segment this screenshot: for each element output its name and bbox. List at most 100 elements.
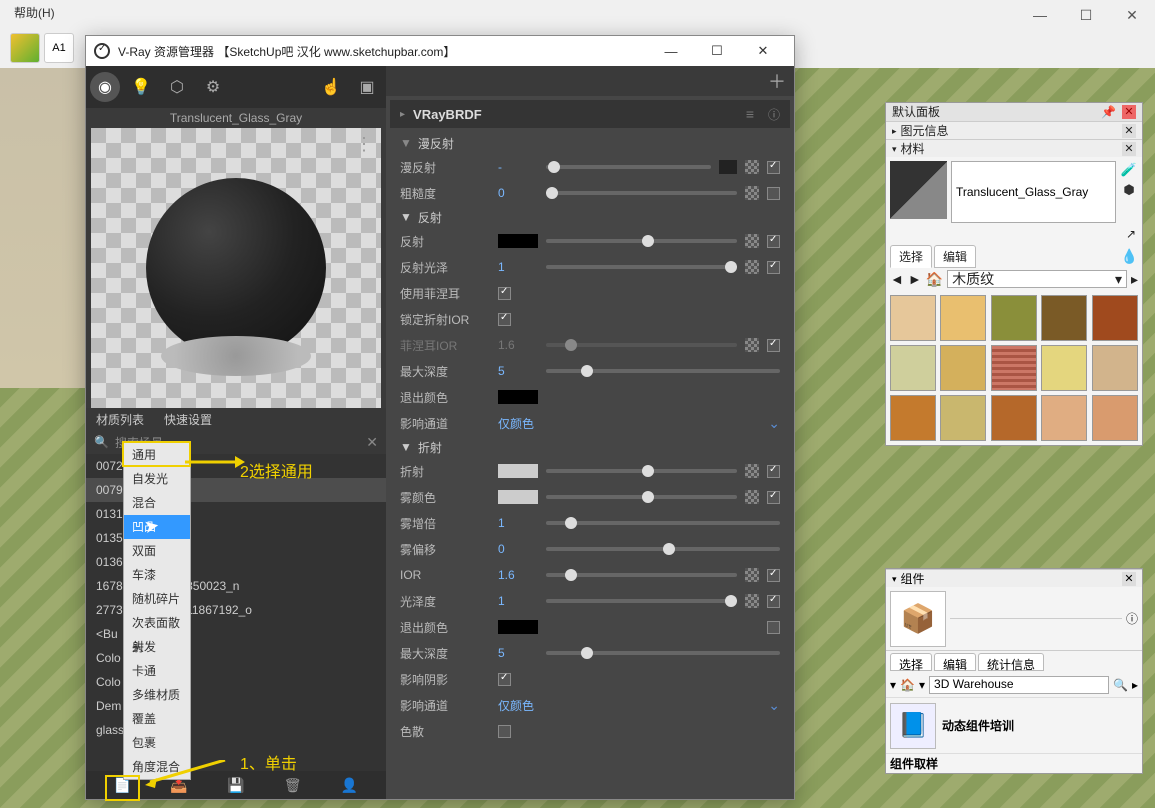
tab-material-list[interactable]: 材质列表 [86,408,154,430]
material-swatch[interactable] [1041,295,1087,341]
preview-menu-icon[interactable]: ⋮ [355,134,373,155]
eyedropper-icon[interactable]: 💧 [1121,248,1138,265]
materials-tab-icon[interactable]: ◉ [90,72,120,102]
tab-quick-settings[interactable]: 快速设置 [154,408,222,430]
back-icon[interactable]: ▾ [890,678,896,692]
checkbox[interactable] [767,235,780,248]
material-swatch[interactable] [1041,395,1087,441]
panel-components[interactable]: ▾组件✕ [886,569,1142,587]
checkbox[interactable] [767,261,780,274]
material-swatch[interactable] [1041,345,1087,391]
menu-item-override[interactable]: 覆盖 [124,707,190,731]
texture-button[interactable] [745,260,759,274]
texture-button[interactable] [745,234,759,248]
tab-select[interactable]: 选择 [890,653,932,671]
close-icon[interactable]: ✕ [1122,572,1136,586]
panel-info[interactable]: ▸图元信息✕ [886,121,1142,139]
material-swatch[interactable] [991,295,1037,341]
menu-item-blend[interactable]: 混合 [124,491,190,515]
menu-item-emissive[interactable]: 自发光 [124,467,190,491]
material-thumbnail[interactable] [890,161,947,219]
tool-icon[interactable] [10,33,40,63]
geometry-tab-icon[interactable]: ⬡ [162,72,192,102]
color-swatch[interactable] [498,234,538,248]
category-select[interactable]: 木质纹▾ [947,270,1127,288]
checkbox[interactable] [498,725,511,738]
vray-titlebar[interactable]: V-Ray 资源管理器 【SketchUp吧 汉化 www.sketchupba… [86,36,794,66]
forward-icon[interactable]: ► [908,271,922,287]
material-swatch[interactable] [890,345,936,391]
panel-title-default[interactable]: 默认面板📌✕ [886,103,1142,121]
clear-search-button[interactable]: ✕ [366,434,378,451]
menu-item-toon[interactable]: 卡通 [124,659,190,683]
menu-item-sss[interactable]: 次表面散射 [124,611,190,635]
texture-button[interactable] [745,464,759,478]
component-thumbnail[interactable]: 📦 [890,591,946,647]
color-swatch[interactable] [498,464,538,478]
checkbox[interactable] [767,465,780,478]
delete-icon[interactable]: 🗑 [284,777,302,794]
expand-icon[interactable]: ⌄ [768,697,780,714]
home-icon[interactable]: 🏠 [900,678,915,692]
vray-minimize-button[interactable]: — [648,36,694,66]
apply-icon[interactable]: 👤 [341,777,358,794]
color-swatch[interactable] [498,390,538,404]
menu-item-multisub[interactable]: 多维材质 [124,683,190,707]
checkbox[interactable] [498,673,511,686]
info-icon[interactable]: ⓘ [1126,610,1138,627]
close-icon[interactable]: ✕ [1122,142,1136,156]
search-icon[interactable]: 🔍 [1113,678,1128,692]
texture-button[interactable] [745,186,759,200]
menu-item-wrapper[interactable]: 包裹 [124,731,190,755]
checkbox[interactable] [767,569,780,582]
tab-edit[interactable]: 编辑 [934,653,976,671]
checkbox[interactable] [498,313,511,326]
checkbox[interactable] [767,161,780,174]
material-swatch[interactable] [890,395,936,441]
checkbox[interactable] [498,287,511,300]
minimize-button[interactable]: — [1017,0,1063,30]
diffuse-header[interactable]: ▼漫反射 [386,132,794,154]
help-menu[interactable]: 帮助(H) [14,6,55,20]
menu-item-generic[interactable]: 通用 [124,443,190,467]
texture-button[interactable] [745,490,759,504]
reflect-header[interactable]: ▼反射 [386,206,794,228]
material-swatch[interactable] [940,395,986,441]
material-swatch[interactable] [940,345,986,391]
render-interactive-icon[interactable]: ☝ [316,72,346,102]
menu-icon[interactable]: ▸ [1132,678,1138,692]
component-list-item[interactable]: 📘 动态组件培训 [886,697,1142,753]
expand-icon[interactable]: ⌄ [768,415,780,432]
tool-icon[interactable]: A1 [44,33,74,63]
pin-icon[interactable]: 📌 [1101,103,1116,121]
frame-buffer-icon[interactable]: ▣ [352,72,382,102]
close-icon[interactable]: ✕ [1122,105,1136,119]
material-preview[interactable]: ⋮ [91,128,381,408]
texture-button[interactable] [745,594,759,608]
back-icon[interactable]: ◄ [890,271,904,287]
menu-item-twosided[interactable]: 双面 [124,539,190,563]
panel-materials[interactable]: ▾材料✕ [886,139,1142,157]
sample-icon[interactable]: 🧪 [1120,161,1138,179]
close-icon[interactable]: ✕ [1122,124,1136,138]
vray-close-button[interactable]: ✕ [740,36,786,66]
tab-stats[interactable]: 统计信息 [978,653,1044,671]
color-swatch[interactable] [498,620,538,634]
close-button[interactable]: ✕ [1109,0,1155,30]
set-default-icon[interactable]: ↗ [1126,227,1136,241]
refract-header[interactable]: ▼折射 [386,436,794,458]
menu-icon[interactable]: ▸ [1131,271,1138,288]
brdf-header[interactable]: ▸VRayBRDF≡ⓘ [390,100,790,128]
texture-button[interactable] [745,568,759,582]
material-swatch[interactable] [1092,395,1138,441]
component-list-item[interactable]: 组件取样 [886,753,1142,773]
checkbox[interactable] [767,621,780,634]
maximize-button[interactable]: ☐ [1063,0,1109,30]
menu-item-carpaint[interactable]: 车漆 [124,563,190,587]
settings-tab-icon[interactable]: ⚙ [198,72,228,102]
create-icon[interactable]: ⬢ [1120,181,1138,199]
texture-button[interactable] [745,160,759,174]
material-swatch[interactable] [940,295,986,341]
warehouse-select[interactable]: 3D Warehouse [929,676,1109,694]
menu-item-stochastic[interactable]: 随机碎片 [124,587,190,611]
